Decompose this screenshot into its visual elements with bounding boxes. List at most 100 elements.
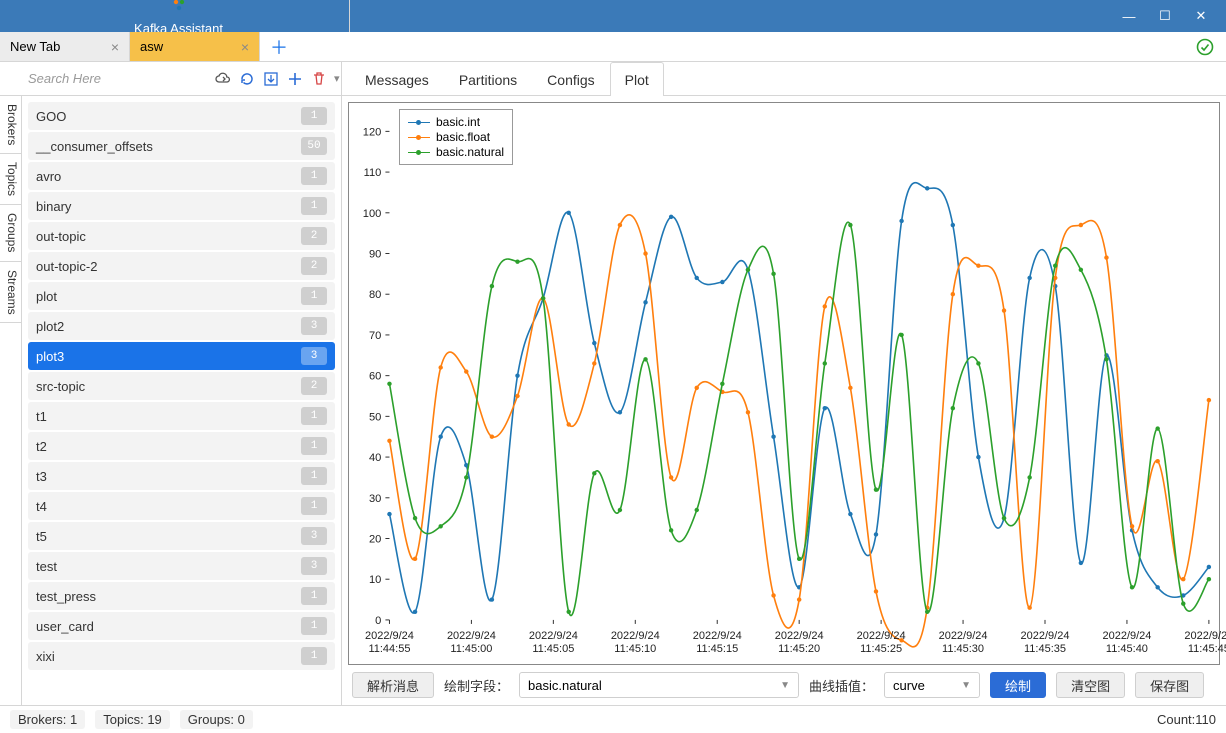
- svg-text:50: 50: [369, 411, 381, 423]
- topic-name: t3: [36, 469, 47, 484]
- legend-label: basic.float: [436, 130, 490, 144]
- topic-item[interactable]: t21: [28, 432, 335, 460]
- topic-item[interactable]: __consumer_offsets50: [28, 132, 335, 160]
- topic-count-badge: 3: [301, 317, 327, 335]
- svg-text:60: 60: [369, 371, 381, 383]
- draw-button[interactable]: 绘制: [990, 672, 1046, 698]
- topic-count-badge: 3: [301, 347, 327, 365]
- topic-name: out-topic-2: [36, 259, 97, 274]
- topic-item[interactable]: t31: [28, 462, 335, 490]
- interp-select[interactable]: curve ▼: [884, 672, 980, 698]
- topic-count-badge: 2: [301, 227, 327, 245]
- cloud-sync-icon[interactable]: [214, 68, 232, 90]
- chevron-down-icon: ▼: [780, 680, 790, 691]
- topic-name: t5: [36, 529, 47, 544]
- topic-item[interactable]: avro1: [28, 162, 335, 190]
- topic-item[interactable]: t41: [28, 492, 335, 520]
- parse-message-button[interactable]: 解析消息: [352, 672, 434, 698]
- topic-name: user_card: [36, 619, 94, 634]
- status-bar: Brokers: 1 Topics: 19 Groups: 0 Count:11…: [0, 705, 1226, 733]
- topic-item[interactable]: src-topic2: [28, 372, 335, 400]
- topic-count-badge: 1: [301, 437, 327, 455]
- chart-controls: 解析消息 绘制字段： basic.natural ▼ 曲线插值： curve ▼…: [342, 665, 1226, 705]
- add-icon[interactable]: [286, 68, 304, 90]
- topic-item[interactable]: out-topic 2: [28, 222, 335, 250]
- tab-partitions[interactable]: Partitions: [444, 62, 532, 96]
- side-tab-streams[interactable]: Streams: [0, 262, 21, 324]
- topic-name: src-topic: [36, 379, 85, 394]
- topic-name: binary: [36, 199, 71, 214]
- topic-name: plot: [36, 289, 57, 304]
- window-close-icon[interactable]: ✕: [1192, 8, 1210, 24]
- field-select[interactable]: basic.natural ▼: [519, 672, 799, 698]
- close-icon[interactable]: ×: [241, 39, 249, 55]
- topic-count-badge: 3: [301, 557, 327, 575]
- svg-text:30: 30: [369, 493, 381, 505]
- svg-text:70: 70: [369, 330, 381, 342]
- close-icon[interactable]: ×: [111, 39, 119, 55]
- status-topics: Topics: 19: [95, 710, 170, 729]
- topic-item[interactable]: t11: [28, 402, 335, 430]
- field-label: 绘制字段：: [444, 676, 509, 695]
- topic-count-badge: 1: [301, 617, 327, 635]
- topic-item[interactable]: GOO1: [28, 102, 335, 130]
- status-brokers: Brokers: 1: [10, 710, 85, 729]
- svg-text:90: 90: [369, 249, 381, 261]
- topic-item[interactable]: plot1: [28, 282, 335, 310]
- status-count: Count:110: [1157, 712, 1216, 727]
- refresh-icon[interactable]: [238, 68, 256, 90]
- topic-name: out-topic: [36, 229, 86, 244]
- topic-item[interactable]: plot23: [28, 312, 335, 340]
- svg-text:40: 40: [369, 452, 381, 464]
- svg-text:110: 110: [364, 167, 382, 179]
- tab-messages[interactable]: Messages: [350, 62, 444, 96]
- clear-button[interactable]: 清空图: [1056, 672, 1125, 698]
- import-icon[interactable]: [262, 68, 280, 90]
- topic-item[interactable]: test3: [28, 552, 335, 580]
- chart: 0102030405060708090100110120 basic.int b…: [348, 102, 1220, 665]
- file-tab[interactable]: New Tab ×: [0, 32, 130, 61]
- topic-item[interactable]: binary 1: [28, 192, 335, 220]
- overflow-icon[interactable]: ▾: [334, 72, 340, 85]
- interp-select-value: curve: [893, 678, 925, 693]
- svg-text:120: 120: [363, 126, 382, 138]
- topic-name: test_press: [36, 589, 96, 604]
- topic-count-badge: 3: [301, 527, 327, 545]
- add-tab-button[interactable]: ＋: [260, 32, 298, 61]
- side-tab-groups[interactable]: Groups: [0, 205, 21, 261]
- topic-count-badge: 1: [301, 407, 327, 425]
- topic-count-badge: 1: [301, 647, 327, 665]
- status-groups: Groups: 0: [180, 710, 253, 729]
- topic-item[interactable]: test_press1: [28, 582, 335, 610]
- tab-plot[interactable]: Plot: [610, 62, 664, 96]
- delete-icon[interactable]: [310, 68, 328, 90]
- interp-label: 曲线插值：: [809, 676, 874, 695]
- topic-item[interactable]: t5 3: [28, 522, 335, 550]
- search-input[interactable]: [26, 70, 208, 87]
- topic-count-badge: 1: [301, 167, 327, 185]
- topic-name: xixi: [36, 649, 55, 664]
- topic-item[interactable]: xixi 1: [28, 642, 335, 670]
- window-minimize-icon[interactable]: ―: [1120, 9, 1138, 24]
- topic-count-badge: 1: [301, 497, 327, 515]
- side-tab-topics[interactable]: Topics: [0, 154, 21, 205]
- file-tab-label: asw: [140, 39, 163, 54]
- topic-item[interactable]: user_card 1: [28, 612, 335, 640]
- field-select-value: basic.natural: [528, 678, 602, 693]
- titlebar: Kafka Assistant ― ☐ ✕: [0, 0, 1226, 32]
- side-tab-brokers[interactable]: Brokers: [0, 96, 21, 154]
- topic-name: GOO: [36, 109, 66, 124]
- topic-name: plot3: [36, 349, 64, 364]
- chevron-down-icon: ▼: [961, 680, 971, 691]
- file-tab-label: New Tab: [10, 39, 60, 54]
- file-tab[interactable]: asw ×: [130, 32, 260, 61]
- window-maximize-icon[interactable]: ☐: [1156, 8, 1174, 24]
- status-ring-icon: [1196, 32, 1226, 61]
- app-icon: [171, 0, 187, 13]
- save-button[interactable]: 保存图: [1135, 672, 1204, 698]
- tab-configs[interactable]: Configs: [532, 62, 609, 96]
- topic-item[interactable]: out-topic-22: [28, 252, 335, 280]
- topic-list: GOO1__consumer_offsets50avro1binary1out-…: [22, 96, 341, 705]
- topic-item[interactable]: plot3 3: [28, 342, 335, 370]
- topic-count-badge: 1: [301, 197, 327, 215]
